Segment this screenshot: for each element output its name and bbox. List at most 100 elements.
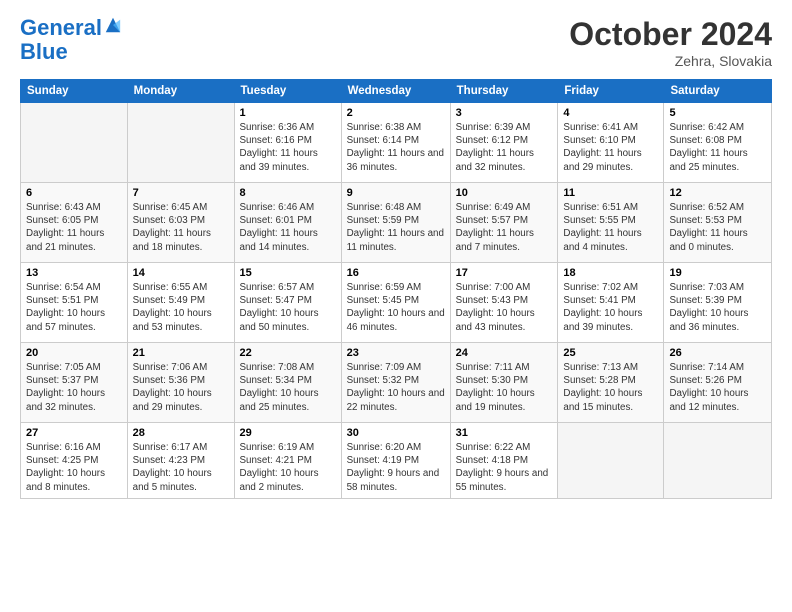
day-number: 21	[133, 347, 229, 359]
day-header-friday: Friday	[558, 80, 664, 103]
day-info: Sunrise: 6:45 AM Sunset: 6:03 PM Dayligh…	[133, 201, 229, 254]
day-number: 9	[347, 187, 445, 199]
day-number: 28	[133, 427, 229, 439]
day-info: Sunrise: 6:42 AM Sunset: 6:08 PM Dayligh…	[669, 121, 766, 174]
calendar-cell: 24 Sunrise: 7:11 AM Sunset: 5:30 PM Dayli…	[450, 343, 558, 423]
calendar-cell: 31Sunrise: 6:22 AM Sunset: 4:18 PM Dayli…	[450, 423, 558, 499]
day-number: 24	[456, 347, 553, 359]
page: General Blue October 2024 Zehra, Slovaki…	[0, 0, 792, 509]
day-info: Sunrise: 7:08 AM Sunset: 5:34 PM Dayligh…	[240, 361, 336, 414]
calendar-cell: 6 Sunrise: 6:43 AM Sunset: 6:05 PM Daylig…	[21, 183, 128, 263]
calendar-cell: 11 Sunrise: 6:51 AM Sunset: 5:55 PM Dayli…	[558, 183, 664, 263]
day-header-sunday: Sunday	[21, 80, 128, 103]
day-info: Sunrise: 6:57 AM Sunset: 5:47 PM Dayligh…	[240, 281, 336, 334]
day-number: 19	[669, 267, 766, 279]
logo-icon	[104, 16, 122, 34]
calendar-cell: 7 Sunrise: 6:45 AM Sunset: 6:03 PM Daylig…	[127, 183, 234, 263]
day-info: Sunrise: 6:39 AM Sunset: 6:12 PM Dayligh…	[456, 121, 553, 174]
day-info: Sunrise: 7:02 AM Sunset: 5:41 PM Dayligh…	[563, 281, 658, 334]
calendar-cell: 22 Sunrise: 7:08 AM Sunset: 5:34 PM Dayli…	[234, 343, 341, 423]
month-title: October 2024	[569, 16, 772, 53]
location: Zehra, Slovakia	[569, 53, 772, 69]
day-number: 26	[669, 347, 766, 359]
day-header-monday: Monday	[127, 80, 234, 103]
day-number: 20	[26, 347, 122, 359]
calendar-cell: 16 Sunrise: 6:59 AM Sunset: 5:45 PM Dayli…	[341, 263, 450, 343]
day-info: Sunrise: 6:48 AM Sunset: 5:59 PM Dayligh…	[347, 201, 445, 254]
day-info: Sunrise: 7:03 AM Sunset: 5:39 PM Dayligh…	[669, 281, 766, 334]
day-number: 10	[456, 187, 553, 199]
day-number: 8	[240, 187, 336, 199]
calendar-cell	[558, 423, 664, 499]
day-number: 11	[563, 187, 658, 199]
calendar-cell	[127, 103, 234, 183]
day-info: Sunrise: 6:55 AM Sunset: 5:49 PM Dayligh…	[133, 281, 229, 334]
day-header-wednesday: Wednesday	[341, 80, 450, 103]
day-info: Sunrise: 6:43 AM Sunset: 6:05 PM Dayligh…	[26, 201, 122, 254]
calendar-cell	[21, 103, 128, 183]
day-number: 3	[456, 107, 553, 119]
calendar-week-row: 6 Sunrise: 6:43 AM Sunset: 6:05 PM Daylig…	[21, 183, 772, 263]
day-info: Sunrise: 6:51 AM Sunset: 5:55 PM Dayligh…	[563, 201, 658, 254]
day-number: 18	[563, 267, 658, 279]
day-info: Sunrise: 7:11 AM Sunset: 5:30 PM Dayligh…	[456, 361, 553, 414]
calendar-cell: 15 Sunrise: 6:57 AM Sunset: 5:47 PM Dayli…	[234, 263, 341, 343]
header: General Blue October 2024 Zehra, Slovaki…	[20, 16, 772, 69]
calendar-cell: 18 Sunrise: 7:02 AM Sunset: 5:41 PM Dayli…	[558, 263, 664, 343]
day-number: 30	[347, 427, 445, 439]
calendar-cell: 9 Sunrise: 6:48 AM Sunset: 5:59 PM Daylig…	[341, 183, 450, 263]
day-info: Sunrise: 7:14 AM Sunset: 5:26 PM Dayligh…	[669, 361, 766, 414]
calendar-cell: 5 Sunrise: 6:42 AM Sunset: 6:08 PM Daylig…	[664, 103, 772, 183]
day-number: 31	[456, 427, 553, 439]
calendar-week-row: 13Sunrise: 6:54 AM Sunset: 5:51 PM Dayli…	[21, 263, 772, 343]
logo-text: General	[20, 16, 102, 40]
calendar-cell: 1 Sunrise: 6:36 AM Sunset: 6:16 PM Daylig…	[234, 103, 341, 183]
day-info: Sunrise: 6:46 AM Sunset: 6:01 PM Dayligh…	[240, 201, 336, 254]
day-number: 5	[669, 107, 766, 119]
calendar-cell: 17 Sunrise: 7:00 AM Sunset: 5:43 PM Dayli…	[450, 263, 558, 343]
calendar-cell: 26 Sunrise: 7:14 AM Sunset: 5:26 PM Dayli…	[664, 343, 772, 423]
day-header-thursday: Thursday	[450, 80, 558, 103]
day-header-tuesday: Tuesday	[234, 80, 341, 103]
day-info: Sunrise: 7:05 AM Sunset: 5:37 PM Dayligh…	[26, 361, 122, 414]
calendar: SundayMondayTuesdayWednesdayThursdayFrid…	[20, 79, 772, 499]
calendar-week-row: 20 Sunrise: 7:05 AM Sunset: 5:37 PM Dayli…	[21, 343, 772, 423]
calendar-cell: 20 Sunrise: 7:05 AM Sunset: 5:37 PM Dayli…	[21, 343, 128, 423]
calendar-cell: 3 Sunrise: 6:39 AM Sunset: 6:12 PM Daylig…	[450, 103, 558, 183]
day-info: Sunrise: 6:49 AM Sunset: 5:57 PM Dayligh…	[456, 201, 553, 254]
day-number: 2	[347, 107, 445, 119]
day-number: 22	[240, 347, 336, 359]
day-number: 27	[26, 427, 122, 439]
day-info: Sunrise: 6:19 AM Sunset: 4:21 PM Dayligh…	[240, 441, 336, 494]
title-block: October 2024 Zehra, Slovakia	[569, 16, 772, 69]
calendar-week-row: 27Sunrise: 6:16 AM Sunset: 4:25 PM Dayli…	[21, 423, 772, 499]
day-info: Sunrise: 6:36 AM Sunset: 6:16 PM Dayligh…	[240, 121, 336, 174]
day-header-saturday: Saturday	[664, 80, 772, 103]
calendar-cell: 23Sunrise: 7:09 AM Sunset: 5:32 PM Dayli…	[341, 343, 450, 423]
day-info: Sunrise: 7:00 AM Sunset: 5:43 PM Dayligh…	[456, 281, 553, 334]
calendar-cell: 13Sunrise: 6:54 AM Sunset: 5:51 PM Dayli…	[21, 263, 128, 343]
calendar-cell: 8 Sunrise: 6:46 AM Sunset: 6:01 PM Daylig…	[234, 183, 341, 263]
day-number: 16	[347, 267, 445, 279]
calendar-cell: 25Sunrise: 7:13 AM Sunset: 5:28 PM Dayli…	[558, 343, 664, 423]
calendar-cell: 28Sunrise: 6:17 AM Sunset: 4:23 PM Dayli…	[127, 423, 234, 499]
day-number: 29	[240, 427, 336, 439]
day-number: 1	[240, 107, 336, 119]
day-number: 15	[240, 267, 336, 279]
calendar-cell: 10 Sunrise: 6:49 AM Sunset: 5:57 PM Dayli…	[450, 183, 558, 263]
day-number: 4	[563, 107, 658, 119]
day-number: 7	[133, 187, 229, 199]
day-number: 12	[669, 187, 766, 199]
calendar-cell: 14Sunrise: 6:55 AM Sunset: 5:49 PM Dayli…	[127, 263, 234, 343]
calendar-cell: 2Sunrise: 6:38 AM Sunset: 6:14 PM Daylig…	[341, 103, 450, 183]
day-number: 6	[26, 187, 122, 199]
day-info: Sunrise: 6:54 AM Sunset: 5:51 PM Dayligh…	[26, 281, 122, 334]
day-number: 25	[563, 347, 658, 359]
day-number: 17	[456, 267, 553, 279]
day-info: Sunrise: 7:06 AM Sunset: 5:36 PM Dayligh…	[133, 361, 229, 414]
calendar-cell: 4Sunrise: 6:41 AM Sunset: 6:10 PM Daylig…	[558, 103, 664, 183]
day-info: Sunrise: 6:59 AM Sunset: 5:45 PM Dayligh…	[347, 281, 445, 334]
calendar-cell	[664, 423, 772, 499]
calendar-cell: 27Sunrise: 6:16 AM Sunset: 4:25 PM Dayli…	[21, 423, 128, 499]
calendar-cell: 29 Sunrise: 6:19 AM Sunset: 4:21 PM Dayli…	[234, 423, 341, 499]
